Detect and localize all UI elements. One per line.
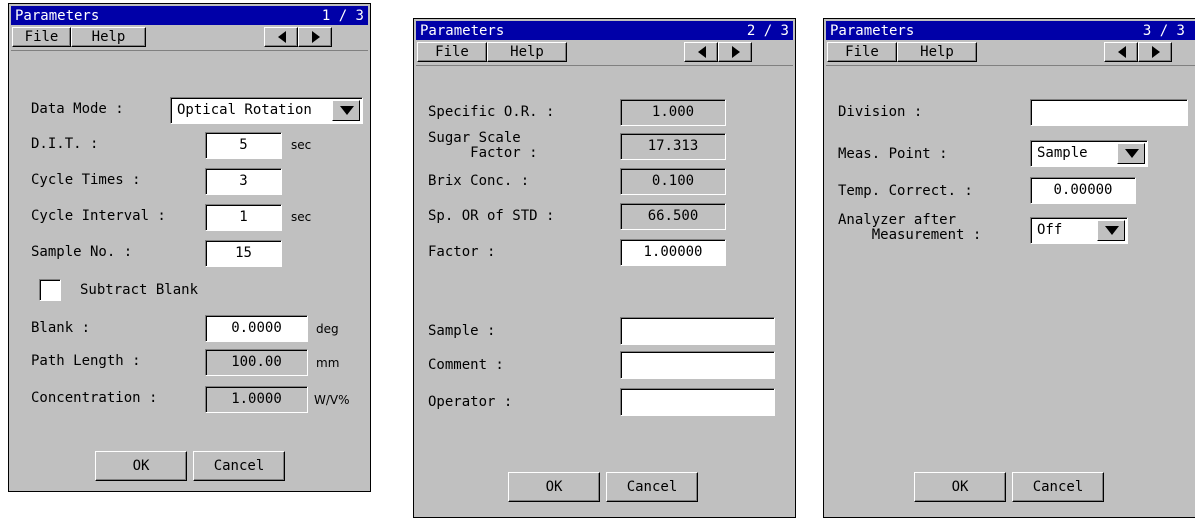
concentration-label: Concentration : xyxy=(31,390,158,406)
path-length-label: Path Length : xyxy=(31,353,141,369)
help-menu-button[interactable]: Help xyxy=(487,42,567,62)
analyzer-after-measurement-value: Off xyxy=(1037,222,1063,238)
sample-no-label: Sample No. : xyxy=(31,244,133,260)
file-menu-button[interactable]: File xyxy=(827,42,897,62)
analyzer-after-measurement-select[interactable]: Off xyxy=(1030,217,1128,244)
brix-conc-field: 0.100 xyxy=(620,168,726,195)
sample-field[interactable] xyxy=(620,317,775,345)
help-menu-button[interactable]: Help xyxy=(71,27,146,47)
factor-field[interactable]: 1.00000 xyxy=(620,239,726,266)
dit-field[interactable]: 5 xyxy=(205,132,282,159)
parameters-window-3: Parameters 3 / 3 File Help Division : Me… xyxy=(823,18,1195,518)
help-menu-button[interactable]: Help xyxy=(897,42,977,62)
operator-field[interactable] xyxy=(620,388,775,416)
brix-conc-label: Brix Conc. : xyxy=(428,173,530,189)
next-page-button[interactable] xyxy=(718,42,752,62)
division-field[interactable] xyxy=(1030,99,1188,126)
dit-label: D.I.T. : xyxy=(31,136,99,152)
sugar-scale-factor-label: Sugar Scale Factor : xyxy=(428,130,538,161)
comment-label: Comment : xyxy=(428,357,504,373)
prev-page-button[interactable] xyxy=(1104,42,1138,62)
path-length-unit: mm xyxy=(316,356,340,370)
page-indicator: 3 / 3 xyxy=(1142,22,1185,39)
comment-field[interactable] xyxy=(620,351,775,379)
window-title: Parameters xyxy=(420,22,505,39)
path-length-field: 100.00 xyxy=(205,349,308,376)
blank-field[interactable]: 0.0000 xyxy=(205,315,308,342)
title-bar: Parameters 1 / 3 xyxy=(11,6,368,25)
file-menu-button[interactable]: File xyxy=(417,42,487,62)
window-title: Parameters xyxy=(830,22,915,39)
sp-or-std-field: 66.500 xyxy=(620,203,726,230)
parameters-window-1: Parameters 1 / 3 File Help Data Mode : O… xyxy=(8,3,371,492)
menu-bar: File Help xyxy=(826,42,1195,64)
meas-point-value: Sample xyxy=(1037,145,1088,161)
analyzer-after-measurement-label: Analyzer after Measurement : xyxy=(838,212,982,243)
meas-point-dropdown-button[interactable] xyxy=(1117,143,1145,164)
blank-unit: deg xyxy=(316,322,339,336)
arrow-left-icon xyxy=(1118,46,1126,58)
ok-button[interactable]: OK xyxy=(914,472,1006,502)
dit-unit: sec xyxy=(291,138,312,152)
arrow-right-icon xyxy=(312,31,320,43)
prev-page-button[interactable] xyxy=(684,42,718,62)
menu-bar: File Help xyxy=(416,42,793,64)
title-bar: Parameters 3 / 3 xyxy=(826,21,1195,40)
window-title: Parameters xyxy=(15,7,100,24)
menu-bar: File Help xyxy=(11,27,368,49)
next-page-button[interactable] xyxy=(1138,42,1172,62)
operator-label: Operator : xyxy=(428,394,513,410)
sample-no-field[interactable]: 15 xyxy=(205,240,282,267)
chevron-down-icon xyxy=(1125,149,1139,158)
cycle-interval-label: Cycle Interval : xyxy=(31,208,166,224)
sugar-scale-factor-field: 17.313 xyxy=(620,133,726,160)
concentration-field: 1.0000 xyxy=(205,386,308,413)
cycle-times-label: Cycle Times : xyxy=(31,172,141,188)
analyzer-dropdown-button[interactable] xyxy=(1097,220,1125,241)
subtract-blank-label: Subtract Blank xyxy=(80,282,199,298)
cancel-button[interactable]: Cancel xyxy=(1012,472,1104,502)
specific-or-label: Specific O.R. : xyxy=(428,104,555,120)
sp-or-std-label: Sp. OR of STD : xyxy=(428,208,555,224)
cancel-button[interactable]: Cancel xyxy=(606,472,698,502)
arrow-left-icon xyxy=(698,46,706,58)
data-mode-label: Data Mode : xyxy=(31,101,124,117)
data-mode-value: Optical Rotation xyxy=(177,102,312,118)
cycle-interval-field[interactable]: 1 xyxy=(205,204,282,231)
subtract-blank-checkbox[interactable] xyxy=(39,279,61,301)
next-page-button[interactable] xyxy=(298,27,332,47)
meas-point-select[interactable]: Sample xyxy=(1030,140,1148,167)
meas-point-label: Meas. Point : xyxy=(838,146,948,162)
concentration-unit: W/V% xyxy=(314,393,350,407)
cycle-interval-unit: sec xyxy=(291,210,312,224)
chevron-down-icon xyxy=(340,106,354,115)
parameters-window-2: Parameters 2 / 3 File Help Specific O.R.… xyxy=(413,18,796,518)
data-mode-select[interactable]: Optical Rotation xyxy=(170,97,363,124)
ok-button[interactable]: OK xyxy=(508,472,600,502)
prev-page-button[interactable] xyxy=(264,27,298,47)
temp-correct-label: Temp. Correct. : xyxy=(838,183,973,199)
cycle-times-field[interactable]: 3 xyxy=(205,168,282,195)
arrow-right-icon xyxy=(1152,46,1160,58)
blank-label: Blank : xyxy=(31,320,91,336)
arrow-left-icon xyxy=(278,31,286,43)
form-area xyxy=(826,65,1195,515)
factor-label: Factor : xyxy=(428,244,496,260)
cancel-button[interactable]: Cancel xyxy=(193,451,285,481)
page-indicator: 1 / 3 xyxy=(321,7,364,24)
data-mode-dropdown-button[interactable] xyxy=(332,100,360,121)
file-menu-button[interactable]: File xyxy=(12,27,71,47)
page-indicator: 2 / 3 xyxy=(746,22,789,39)
ok-button[interactable]: OK xyxy=(95,451,187,481)
arrow-right-icon xyxy=(732,46,740,58)
chevron-down-icon xyxy=(1105,226,1119,235)
specific-or-field: 1.000 xyxy=(620,99,726,126)
temp-correct-field[interactable]: 0.00000 xyxy=(1030,177,1136,204)
title-bar: Parameters 2 / 3 xyxy=(416,21,793,40)
sample-label: Sample : xyxy=(428,323,496,339)
division-label: Division : xyxy=(838,104,923,120)
